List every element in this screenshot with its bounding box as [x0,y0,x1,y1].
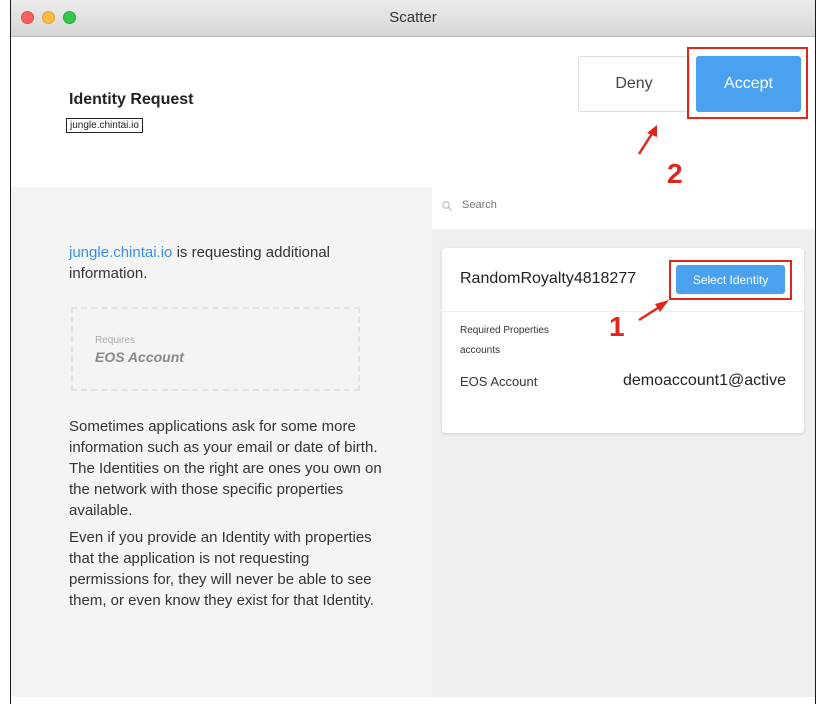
requires-value: EOS Account [95,349,184,365]
annotation-arrow-2-icon [637,125,657,155]
page-title: Identity Request [69,91,194,108]
identities-panel: RandomRoyalty4818277 Select Identity Req… [432,187,815,697]
required-properties: Required Properties accounts [460,321,549,361]
accept-highlight-box [687,47,808,119]
scatter-window: Scatter Identity Request jungle.chintai.… [10,0,816,704]
select-identity-highlight-box [669,260,792,300]
identity-name: RandomRoyalty4818277 [460,270,637,287]
request-header: Identity Request jungle.chintai.io Deny … [11,37,815,187]
search-input[interactable] [462,199,762,211]
eos-account-value: demoaccount1@active [623,372,786,389]
window-title: Scatter [389,9,437,26]
required-properties-value: accounts [460,345,501,356]
annotation-marker-2: 2 [667,158,683,189]
bottom-edge [11,697,815,704]
annotation-arrow-1-icon [638,300,669,322]
search-icon [442,201,452,211]
annotation-marker-1: 1 [609,311,625,342]
request-description: jungle.chintai.io is requesting addition… [69,242,379,284]
requires-label: Requires [95,335,136,346]
deny-button[interactable]: Deny [578,56,690,112]
request-info-panel: jungle.chintai.io is requesting addition… [11,187,432,697]
domain-badge: jungle.chintai.io [66,118,143,133]
info-paragraph-1: Sometimes applications ask for some more… [69,418,382,519]
required-properties-label: Required Properties [460,325,549,336]
eos-account-label: EOS Account [460,374,538,389]
info-paragraph-2: Even if you provide an Identity with pro… [69,529,374,609]
search-bar [432,187,815,229]
requires-box: Requires EOS Account [71,307,360,391]
domain-link[interactable]: jungle.chintai.io [69,244,172,261]
title-bar: Scatter [11,0,815,37]
